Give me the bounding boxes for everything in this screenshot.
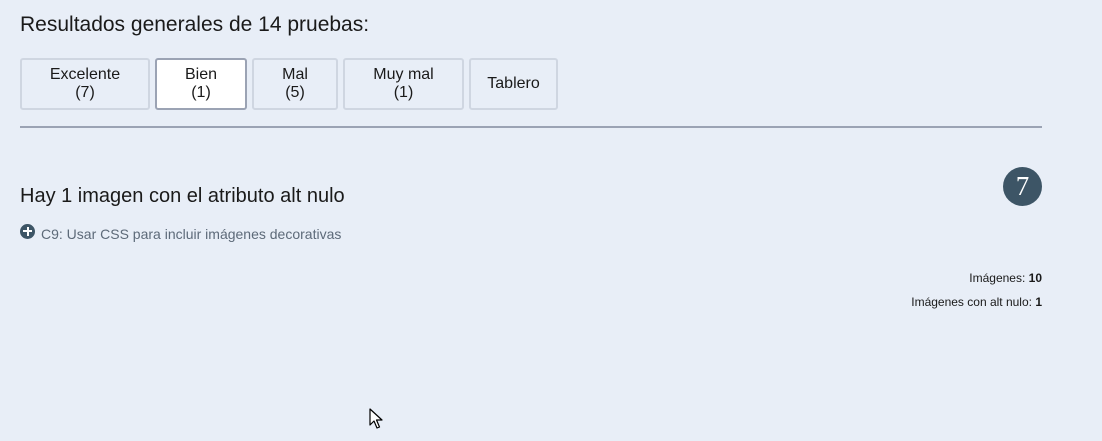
tab-excelente[interactable]: Excelente (7)	[20, 58, 150, 110]
tab-mal[interactable]: Mal (5)	[252, 58, 338, 110]
technique-toggle[interactable]: C9: Usar CSS para incluir imágenes decor…	[20, 223, 341, 242]
tab-muy-mal[interactable]: Muy mal (1)	[343, 58, 464, 110]
result-stats: Imágenes: 10 Imágenes con alt nulo: 1	[911, 270, 1042, 318]
tab-bien[interactable]: Bien (1)	[155, 58, 247, 110]
result-title: Hay 1 imagen con el atributo alt nulo	[20, 185, 345, 207]
mouse-pointer-icon	[369, 408, 383, 429]
stat-value: 10	[1028, 271, 1042, 285]
plus-circle-icon[interactable]	[20, 223, 35, 239]
score-badge: 7	[1003, 167, 1042, 206]
stat-row-images: Imágenes: 10	[911, 270, 1042, 294]
page-title: Resultados generales de 14 pruebas:	[20, 13, 370, 36]
stat-label: Imágenes con alt nulo:	[911, 295, 1036, 309]
stat-label: Imágenes:	[969, 271, 1029, 285]
tab-tablero[interactable]: Tablero	[469, 58, 558, 110]
tab-divider	[20, 126, 1042, 128]
stat-value: 1	[1035, 295, 1042, 309]
stat-row-null-alt: Imágenes con alt nulo: 1	[911, 294, 1042, 318]
results-tab-bar: Excelente (7) Bien (1) Mal (5) Muy mal (…	[20, 58, 558, 110]
technique-label[interactable]: C9: Usar CSS para incluir imágenes decor…	[41, 226, 341, 242]
